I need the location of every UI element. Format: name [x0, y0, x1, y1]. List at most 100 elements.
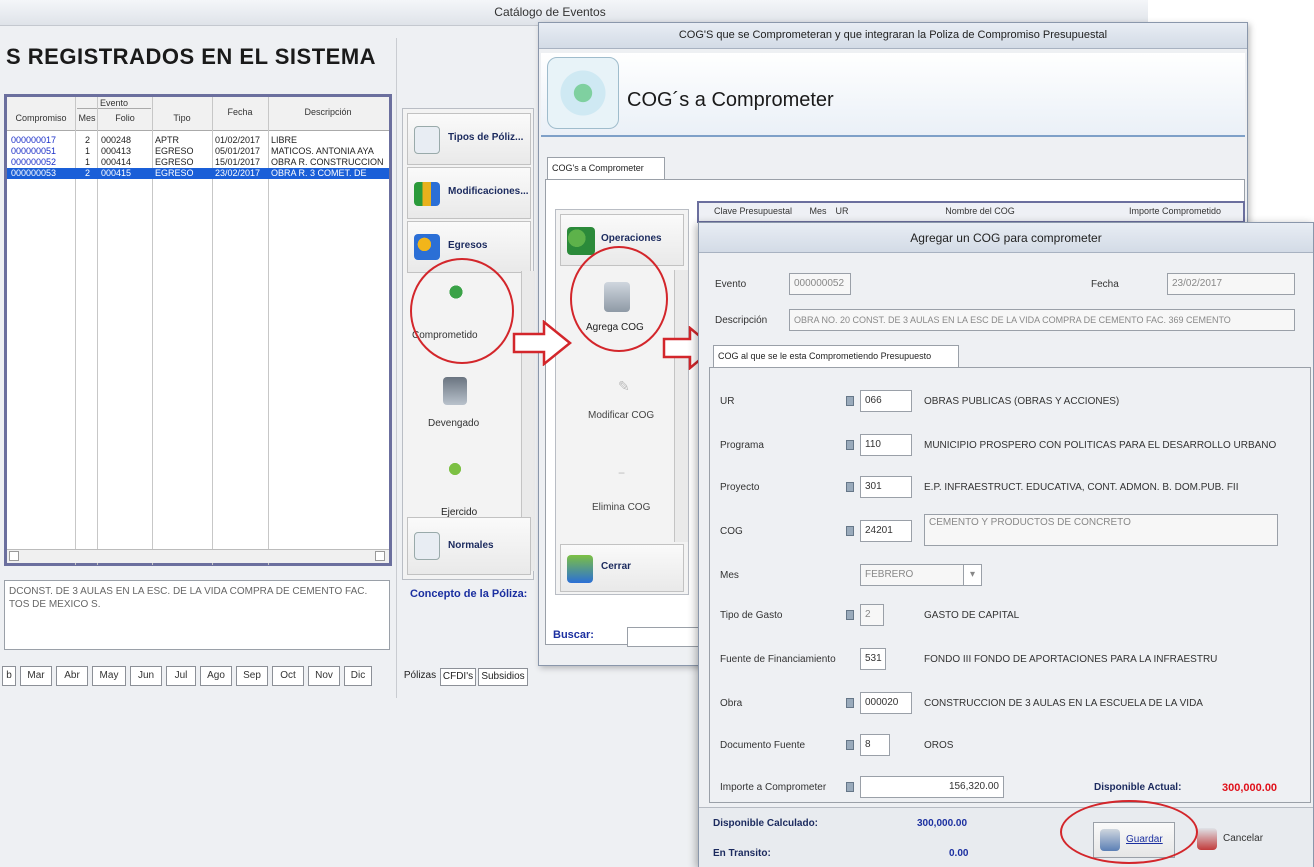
proyecto-code-field[interactable]: 301 [860, 476, 912, 498]
documento-code-field[interactable]: 8 [860, 734, 890, 756]
cell-folio: 000415 [101, 168, 132, 178]
documento-description: OROS [924, 740, 954, 751]
tab-month[interactable]: b [2, 666, 16, 686]
lookup-icon[interactable] [844, 480, 854, 494]
en-transito-label: En Transito: [713, 848, 771, 859]
tab-month[interactable]: Jun [130, 666, 162, 686]
header-descripcion[interactable]: Descripción [269, 107, 387, 117]
fuente-label: Fuente de Financiamiento [720, 654, 836, 665]
lookup-icon[interactable] [844, 780, 854, 794]
lookup-icon[interactable] [844, 738, 854, 752]
lookup-icon[interactable] [844, 608, 854, 622]
cell-mes: 1 [85, 157, 91, 167]
table-row[interactable]: 000000051 1 000413 EGRESO 05/01/2017 MAT… [7, 146, 389, 157]
header-mes[interactable]: Mes [807, 206, 829, 216]
elimina-cog-button[interactable]: Elimina COG [592, 502, 650, 513]
programa-code-field[interactable]: 110 [860, 434, 912, 456]
tab-cfdis[interactable]: CFDI's [440, 668, 476, 686]
table-row-selected[interactable]: 000000053 2 000415 EGRESO 23/02/2017 OBR… [7, 168, 389, 179]
tab-month[interactable]: Abr [56, 666, 88, 686]
cell-mes: 2 [85, 135, 91, 145]
header-clave[interactable]: Clave Presupuestal [701, 206, 805, 216]
tab-cogs[interactable]: COG's a Comprometer [547, 157, 665, 179]
close-door-icon [567, 555, 593, 583]
fuente-code-field[interactable]: 531 [860, 648, 886, 670]
cell-descripcion: LIBRE [271, 135, 298, 145]
divider [396, 38, 397, 698]
cog-code-field[interactable]: 24201 [860, 520, 912, 542]
cell-compromiso: 000000017 [11, 135, 57, 145]
tab-month[interactable]: Nov [308, 666, 340, 686]
header-mes[interactable]: Mes [77, 113, 97, 123]
cell-fecha: 15/01/2017 [215, 157, 261, 167]
descripcion-field[interactable]: OBRA NO. 20 CONST. DE 3 AULAS EN LA ESC … [789, 309, 1295, 331]
devengado-button[interactable]: Devengado [428, 418, 479, 429]
lookup-icon[interactable] [844, 524, 854, 538]
table-row[interactable]: 000000052 1 000414 EGRESO 15/01/2017 OBR… [7, 157, 389, 168]
cell-compromiso: 000000052 [11, 157, 57, 167]
tab-month[interactable]: Ago [200, 666, 232, 686]
evento-label: Evento [715, 279, 747, 290]
importe-field[interactable]: 156,320.00 [860, 776, 1004, 798]
events-grid[interactable]: Evento Compromiso Mes Folio Tipo Fecha D… [4, 94, 392, 566]
ur-code-field[interactable]: 066 [860, 390, 912, 412]
header-nombre-cog[interactable]: Nombre del COG [855, 206, 1105, 216]
normales-button[interactable]: Normales [407, 517, 531, 575]
tab-month[interactable]: Dic [344, 666, 372, 686]
documento-label: Documento Fuente [720, 740, 806, 751]
scroll-left-button[interactable] [9, 551, 19, 561]
tab-cog-comprometiendo[interactable]: COG al que se le esta Comprometiendo Pre… [713, 345, 959, 367]
cancelar-label: Cancelar [1223, 833, 1264, 844]
cell-mes: 1 [85, 146, 91, 156]
agregar-cog-dialog: Agregar un COG para comprometer Evento 0… [698, 222, 1314, 867]
fecha-field[interactable]: 23/02/2017 [1167, 273, 1295, 295]
obra-label: Obra [720, 698, 743, 709]
ur-description: OBRAS PUBLICAS (OBRAS Y ACCIONES) [924, 396, 1120, 407]
annotation-circle [1060, 800, 1198, 864]
cog-description-field[interactable]: CEMENTO Y PRODUCTOS DE CONCRETO [924, 514, 1278, 546]
cancelar-button[interactable]: Cancelar [1191, 822, 1273, 858]
cell-folio: 000413 [101, 146, 132, 156]
tipos-poliza-button[interactable]: Tipos de Póliz... [407, 113, 531, 165]
header-folio[interactable]: Folio [99, 113, 151, 123]
lookup-icon[interactable] [844, 438, 854, 452]
annotation-circle [410, 258, 514, 364]
cog-grid-header: Clave Presupuestal Mes UR Nombre del COG… [697, 201, 1245, 223]
lookup-icon[interactable] [844, 394, 854, 408]
cell-tipo: EGRESO [155, 157, 194, 167]
button-label: Cerrar [601, 561, 632, 572]
header-tipo[interactable]: Tipo [153, 113, 211, 123]
tipo-gasto-code-field[interactable]: 2 [860, 604, 884, 626]
tab-subsidios[interactable]: Subsidios [478, 668, 528, 686]
evento-field[interactable]: 000000052 [789, 273, 851, 295]
scroll-right-button[interactable] [375, 551, 385, 561]
vertical-scrollbar[interactable] [674, 270, 688, 542]
header-ur[interactable]: UR [831, 206, 853, 216]
window-title: Catálogo de Eventos [494, 5, 606, 19]
concept-textbox[interactable]: DCONST. DE 3 AULAS EN LA ESC. DE LA VIDA… [4, 580, 390, 650]
header-fecha[interactable]: Fecha [213, 107, 267, 117]
modificaciones-button[interactable]: Modificaciones... [407, 167, 531, 219]
tab-polizas[interactable]: Pólizas [402, 668, 438, 686]
mes-select[interactable]: FEBRERO ▾ [860, 564, 982, 586]
tab-month[interactable]: May [92, 666, 126, 686]
tab-month[interactable]: Sep [236, 666, 268, 686]
button-label: Egresos [448, 240, 488, 251]
header-compromiso[interactable]: Compromiso [9, 113, 73, 123]
tab-month[interactable]: Jul [166, 666, 196, 686]
programa-description: MUNICIPIO PROSPERO CON POLITICAS PARA EL… [924, 440, 1277, 451]
table-row[interactable]: 000000017 2 000248 APTR 01/02/2017 LIBRE [7, 135, 389, 146]
header-importe[interactable]: Importe Comprometido [1109, 206, 1241, 216]
modificar-cog-button[interactable]: Modificar COG [588, 410, 654, 421]
lookup-icon[interactable] [844, 696, 854, 710]
mes-value: FEBRERO [865, 569, 914, 580]
chevron-down-icon[interactable]: ▾ [963, 565, 981, 585]
dialog-footer: Disponible Calculado: 300,000.00 En Tran… [699, 807, 1313, 867]
delete-icon: − [618, 466, 626, 480]
tab-month[interactable]: Mar [20, 666, 52, 686]
cerrar-button[interactable]: Cerrar [560, 544, 684, 592]
horizontal-scrollbar[interactable] [7, 549, 389, 563]
obra-code-field[interactable]: 000020 [860, 692, 912, 714]
tab-month[interactable]: Oct [272, 666, 304, 686]
cell-compromiso: 000000051 [11, 146, 57, 156]
